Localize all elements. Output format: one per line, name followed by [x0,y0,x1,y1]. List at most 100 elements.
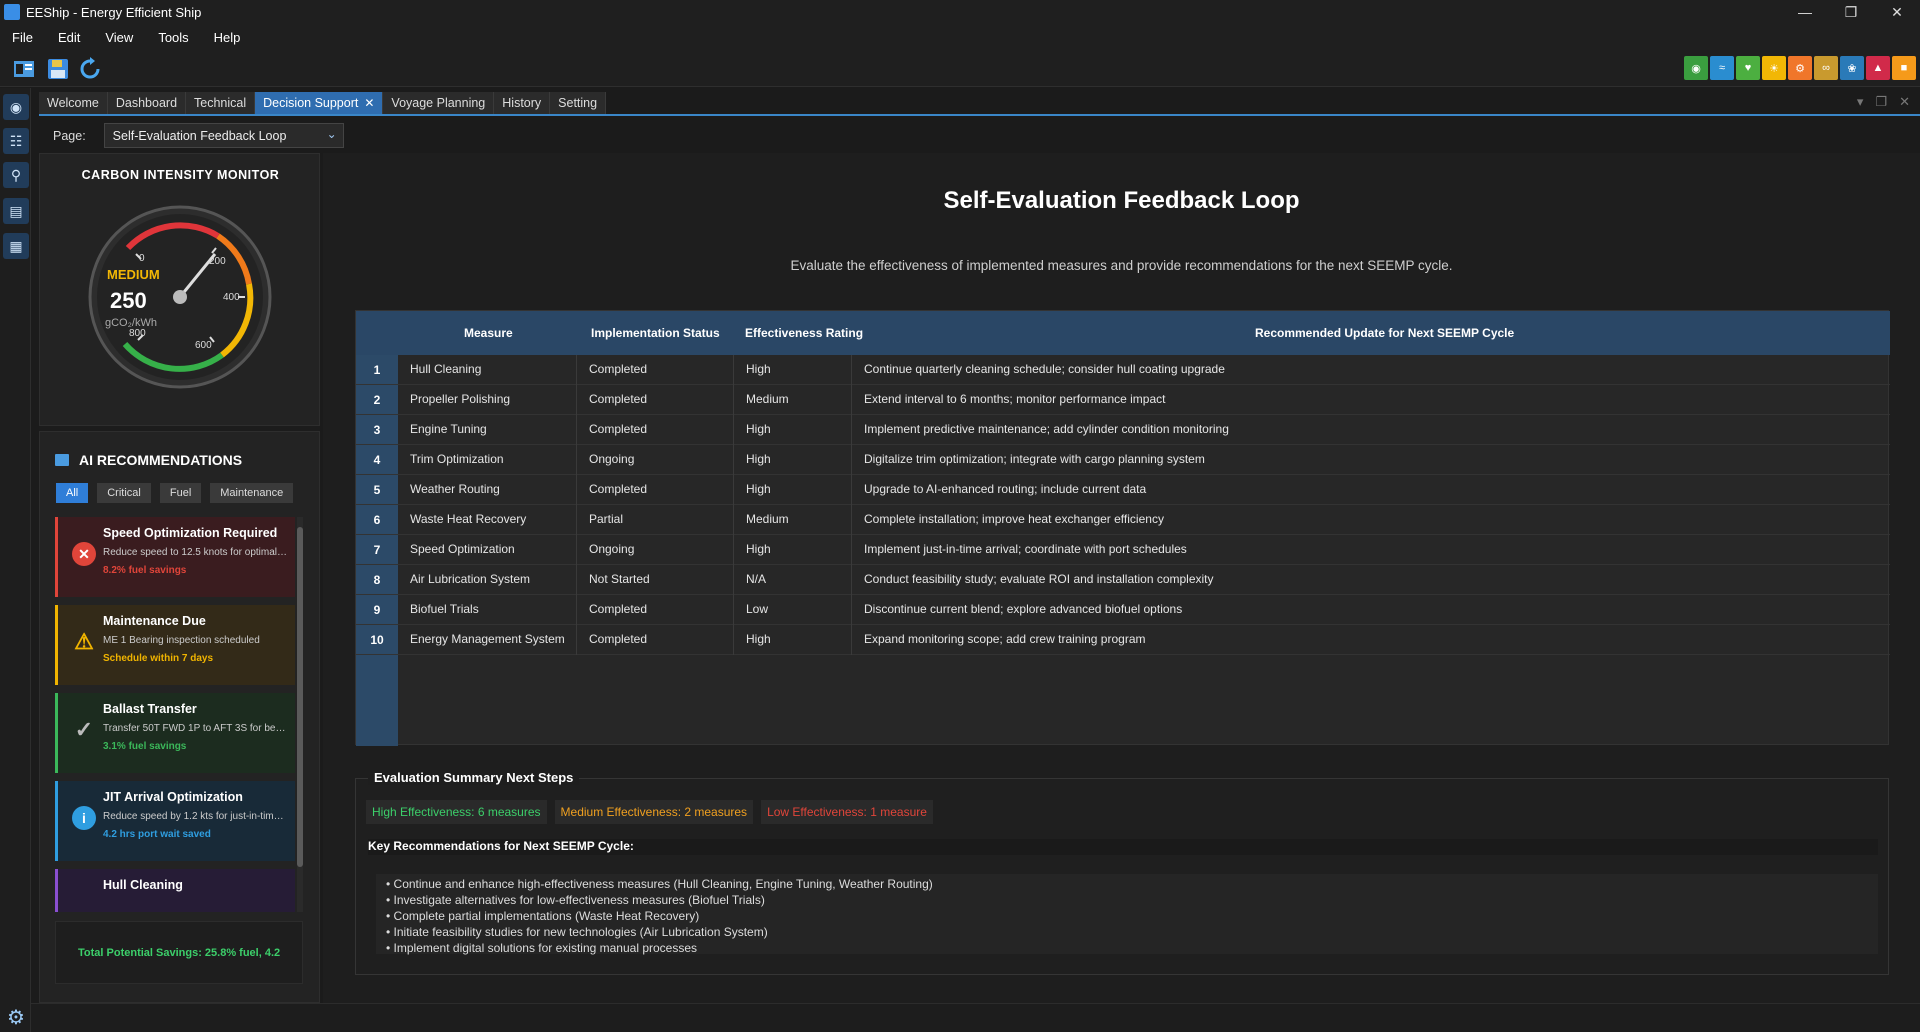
window-title: EEShip - Energy Efficient Ship [26,4,202,20]
save-icon[interactable] [46,57,70,81]
measure-cell: Energy Management System [398,625,577,655]
tab-voyage-planning[interactable]: Voyage Planning [383,92,495,114]
open-panel-icon[interactable] [12,57,36,81]
sdg-industry-icon[interactable]: ⚙ [1788,56,1812,80]
minimize-button[interactable]: — [1782,0,1828,24]
sdg-eye-icon[interactable]: ◉ [1684,56,1708,80]
check-icon: ✓ [74,717,94,742]
status-cell: Completed [577,355,734,385]
status-cell: Completed [577,415,734,445]
rating-cell: High [734,625,852,655]
sdg-growth-icon[interactable]: ▲ [1866,56,1890,80]
menu-help[interactable]: Help [214,30,241,45]
menu-file[interactable]: File [12,30,33,45]
rating-cell: N/A [734,565,852,595]
monitor-icon [55,454,69,466]
filter-critical[interactable]: Critical [97,483,151,503]
tab-decision-support[interactable]: Decision Support ✕ [255,92,384,114]
tab-dashboard[interactable]: Dashboard [107,92,187,114]
gauge-title: CARBON INTENSITY MONITOR [81,168,280,182]
menu-view[interactable]: View [105,30,133,45]
tab-setting[interactable]: Setting [550,92,607,114]
filter-bar: All Critical Fuel Maintenance [56,483,302,503]
table-row[interactable]: 7 Speed Optimization Ongoing High Implement … [356,535,1890,565]
gear-icon[interactable]: ⚙ [4,1005,28,1029]
filter-all[interactable]: All [56,483,89,503]
measure-cell: Air Lubrication System [398,565,577,595]
filter-fuel[interactable]: Fuel [159,483,202,503]
sdg-cities-icon[interactable]: ■ [1892,56,1916,80]
table-header: Measure Implementation Status Effectiven… [356,311,1890,355]
recommendation-card[interactable]: ✕ Speed Optimization Required Reduce spe… [55,517,295,597]
rating-cell: Low [734,595,852,625]
recommendation-cell: Conduct feasibility study; evaluate ROI … [864,572,1214,586]
toolbar: ◉ ≈ ♥ ☀ ⚙ ∞ ❀ ▲ ■ [0,50,1920,87]
table-row[interactable]: 10 Energy Management System Completed High E… [356,625,1890,655]
menu-edit[interactable]: Edit [58,30,80,45]
page-bar: Page: Self-Evaluation Feedback Loop ⌄ [39,118,1920,153]
table-row[interactable]: 2 Propeller Polishing Completed Medium Exten… [356,385,1890,415]
ai-title: AI RECOMMENDATIONS [79,452,243,468]
recommendation-card[interactable]: i JIT Arrival Optimization Reduce speed … [55,781,295,861]
menu-tools[interactable]: Tools [158,30,188,45]
measure-cell: Speed Optimization [398,535,577,565]
page-label: Page: [53,128,86,143]
card-title: Maintenance Due [103,614,206,628]
recommendation-scrollbar[interactable] [297,517,303,912]
rating-cell: High [734,535,852,565]
rating-cell: Medium [734,385,852,415]
refresh-icon[interactable] [78,57,102,81]
scrollbar-thumb[interactable] [297,527,303,867]
table-row[interactable]: 1 Hull Cleaning Completed High Continue quar… [356,355,1890,385]
recommendation-list: ✕ Speed Optimization Required Reduce spe… [55,517,303,912]
status-cell: Completed [577,475,734,505]
table-row[interactable]: 6 Waste Heat Recovery Partial Medium Complet… [356,505,1890,535]
sdg-peace-icon[interactable]: ❀ [1840,56,1864,80]
sdg-infinity-icon[interactable]: ∞ [1814,56,1838,80]
page-subtitle: Evaluate the effectiveness of implemente… [790,258,1453,273]
hierarchy-icon[interactable]: ☷ [3,128,29,154]
recommendation-cell: Digitalize trim optimization; integrate … [864,452,1205,466]
tab-history[interactable]: History [494,92,551,114]
tab-welcome[interactable]: Welcome [39,92,108,114]
card-title: Ballast Transfer [103,702,197,716]
tab-close-icon[interactable]: ✕ [1899,94,1910,110]
tab-technical[interactable]: Technical [186,92,256,114]
recommendation-card[interactable]: ⚠ Maintenance Due ME 1 Bearing inspectio… [55,605,295,685]
search-icon[interactable]: ⚲ [3,162,29,188]
status-cell: Not Started [577,565,734,595]
restore-button[interactable]: ❐ [1828,0,1874,24]
recommendation-card[interactable]: Hull Cleaning [55,869,295,912]
sdg-icons: ◉ ≈ ♥ ☀ ⚙ ∞ ❀ ▲ ■ [1682,56,1916,80]
recommendation-cell: Upgrade to AI-enhanced routing; include … [864,482,1147,496]
evaluation-table: Measure Implementation Status Effectiven… [355,310,1890,746]
chart-icon[interactable]: ▤ [3,198,29,224]
recommendation-card[interactable]: ✓ Ballast Transfer Transfer 50T FWD 1P t… [55,693,295,773]
filter-maintenance[interactable]: Maintenance [210,483,294,503]
close-tab-icon[interactable]: ✕ [364,96,374,110]
globe-icon[interactable]: ◉ [3,94,29,120]
sdg-health-icon[interactable]: ♥ [1736,56,1760,80]
sdg-fish-icon[interactable]: ≈ [1710,56,1734,80]
close-window-button[interactable]: ✕ [1874,0,1920,24]
report-icon[interactable]: ▦ [3,233,29,259]
low-effectiveness-chip: Low Effectiveness: 1 measure [761,800,933,824]
page-select[interactable]: Self-Evaluation Feedback Loop ⌄ [103,123,344,148]
measure-cell: Propeller Polishing [398,385,577,415]
table-row[interactable]: 4 Trim Optimization Ongoing High Digitalize … [356,445,1890,475]
card-stat: 4.2 hrs port wait saved [103,829,211,840]
tab-restore-icon[interactable]: ❐ [1875,94,1887,110]
table-row[interactable]: 3 Engine Tuning Completed High Implement pre… [356,415,1890,445]
key-recommendations-list: • Continue and enhance high-effectivenes… [376,874,1878,955]
effectiveness-chips: High Effectiveness: 6 measures Medium Ef… [366,800,941,824]
tab-dropdown-icon[interactable]: ▾ [1857,94,1864,110]
status-cell: Ongoing [577,535,734,565]
gauge-tick-400: 400 [223,292,240,303]
info-icon: i [72,806,96,830]
table-row[interactable]: 8 Air Lubrication System Not Started N/A Con… [356,565,1890,595]
row-index: 6 [373,513,381,527]
sdg-energy-icon[interactable]: ☀ [1762,56,1786,80]
table-row[interactable]: 5 Weather Routing Completed High Upgrade to … [356,475,1890,505]
table-row[interactable]: 9 Biofuel Trials Completed Low Discontinue c… [356,595,1890,625]
row-index: 3 [373,423,381,437]
